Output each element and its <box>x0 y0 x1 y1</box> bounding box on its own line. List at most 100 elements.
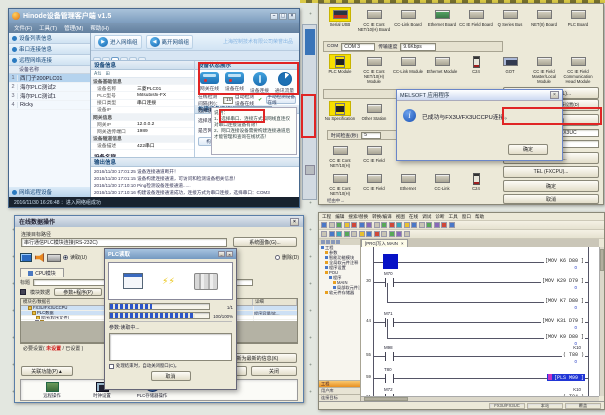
menu-item[interactable]: 帮助 <box>475 214 484 220</box>
menu-item[interactable]: 工具 <box>449 214 458 220</box>
sidebar-section[interactable]: 串口连接信息 <box>9 44 90 55</box>
close-button[interactable]: × <box>288 13 296 20</box>
pc-interface-option[interactable]: Ethernet Board <box>425 8 459 32</box>
menu-item[interactable]: 编辑 <box>335 214 344 220</box>
toolbar-icon[interactable] <box>389 222 395 228</box>
instruction-box[interactable]: [MOV K6 D80 ]0 <box>544 258 585 264</box>
toolbar-icon[interactable] <box>366 222 372 228</box>
sidebar-section[interactable]: 设备列表信息 <box>9 33 90 44</box>
toolbar-icon[interactable] <box>329 231 335 237</box>
toolbar-icon[interactable] <box>329 222 335 228</box>
nav-pane-tab[interactable]: 连接目标 <box>319 394 360 401</box>
instruction-box[interactable]: [MOV K9 D80 ]0 <box>544 334 585 340</box>
close-button[interactable]: × <box>226 251 233 257</box>
plc-interface-option[interactable]: C24 <box>459 55 493 84</box>
plc-interface-option[interactable]: Ethernet Module <box>425 55 459 84</box>
coil-symbol[interactable]: K10( T80 )0 <box>562 352 585 358</box>
enter-network-button[interactable]: ▶进入网络组 <box>94 35 142 49</box>
pc-interface-option[interactable]: CC IE Cont NET/10(H) Board <box>357 8 391 32</box>
scrollbar-thumb[interactable] <box>600 249 604 271</box>
instruction-box[interactable]: [MOV K7 D80 ]0 <box>544 298 585 304</box>
coexistence-route-option[interactable]: CC-Link <box>425 172 459 196</box>
grid-icon[interactable]: ⊞ <box>106 71 110 77</box>
toolbar-icon[interactable] <box>336 222 342 228</box>
ladder-editor-canvas[interactable]: [MOV K6 D80 ]030M70[MOV K29 D79 ]0[MOV K… <box>361 247 599 396</box>
ok-button[interactable]: 确定 <box>503 180 599 192</box>
toolbar-icon[interactable] <box>411 222 417 228</box>
plc-interface-option[interactable]: CC IE Cont NET/10(H) Module <box>357 55 391 84</box>
ladder-rung[interactable]: 61M72K10( T84 )0 <box>361 387 599 396</box>
nav-tree-item[interactable]: 软元件存储器 <box>319 290 360 295</box>
toolbar-icon[interactable] <box>321 231 327 237</box>
cancel-button[interactable]: 取消 <box>503 194 599 204</box>
menu-item[interactable]: 视图 <box>396 214 405 220</box>
pc-interface-option[interactable]: CC IE Field Board <box>459 8 493 32</box>
device-tab[interactable] <box>120 57 128 60</box>
menu-item[interactable]: 工具(T) <box>39 24 57 32</box>
toolbar-icon[interactable] <box>359 231 365 237</box>
operation-radio[interactable]: 删除(D) <box>275 254 299 261</box>
pc-interface-option[interactable]: Serial USB <box>323 8 357 32</box>
menu-item[interactable]: 工程 <box>322 214 331 220</box>
title-bar[interactable]: 在线数据操作 × <box>15 216 303 227</box>
toolbar-icon[interactable] <box>404 231 410 237</box>
system-image-button[interactable]: 系统图像(G)... <box>233 237 297 247</box>
ladder-document-tab[interactable]: [PRG]写入 MAIN× <box>361 239 408 247</box>
close-icon[interactable]: × <box>550 91 559 99</box>
nav-pane-tab[interactable]: 工程 <box>319 380 360 387</box>
device-row[interactable]: 3 海尔PLC测试1 <box>9 92 90 101</box>
menu-item[interactable]: 诊断 <box>435 214 444 220</box>
menu-item[interactable]: 转换/编译 <box>372 214 392 220</box>
toolbar-icon[interactable] <box>426 222 432 228</box>
toolbar-icon[interactable] <box>389 231 395 237</box>
station-option[interactable]: No Specification <box>323 102 357 121</box>
coexistence-route-option[interactable]: Ethernet <box>391 172 425 196</box>
station-option[interactable]: Other Station <box>357 102 391 121</box>
operation-radio[interactable]: 读取(U) <box>63 254 87 261</box>
toolbar-icon[interactable] <box>419 222 425 228</box>
interval-input[interactable]: 10 <box>223 97 233 104</box>
toolbar-icon[interactable] <box>381 222 387 228</box>
check-icon[interactable]: ✔ <box>258 97 262 103</box>
param-program-button[interactable]: 参数+程序(P) <box>54 288 102 296</box>
nav-pane-tab[interactable]: 用户库 <box>319 387 360 394</box>
tel-fxcpu-button[interactable]: TEL (FXCPU)... <box>503 166 599 178</box>
toolbar-icon[interactable] <box>404 222 410 228</box>
menu-item[interactable]: 帮助(H) <box>90 24 109 32</box>
menu-item[interactable]: 搜索/替换 <box>348 214 368 220</box>
menu-item[interactable]: 在线 <box>409 214 418 220</box>
toolbar-icon[interactable] <box>344 231 350 237</box>
baud-rate-value[interactable]: 9.6Kbps <box>400 43 436 51</box>
toolbar-icon[interactable] <box>344 222 350 228</box>
cancel-button[interactable]: 取消 <box>151 371 191 381</box>
sort-icon[interactable]: A⇅ <box>94 71 102 77</box>
toolbar-icon[interactable] <box>321 222 327 228</box>
com-port-value[interactable]: COM 3 <box>341 43 375 51</box>
toolbar-icon[interactable] <box>396 231 402 237</box>
ladder-rung[interactable]: [MOV K6 D80 ]0 <box>361 251 599 269</box>
time-check-value[interactable]: 5 <box>361 132 381 139</box>
minimize-button[interactable]: – <box>218 251 225 257</box>
toolbar-icon[interactable] <box>359 222 365 228</box>
device-tab[interactable] <box>102 57 110 60</box>
title-bar[interactable]: Hinode设备管理客户端 v1.5 – ▢ × <box>9 9 299 23</box>
ladder-rung[interactable]: 55M98K10( T80 )0 <box>361 345 599 363</box>
leave-network-button[interactable]: ◀离开网络组 <box>146 35 194 49</box>
toolbar-icon[interactable] <box>351 222 357 228</box>
toolbar-icon[interactable] <box>441 222 447 228</box>
toolbar-icon[interactable] <box>351 231 357 237</box>
device-row[interactable]: 1 西门子200PLC01 <box>9 74 90 83</box>
device-tab[interactable] <box>129 57 137 60</box>
menu-item[interactable]: 管理(M) <box>64 24 83 32</box>
minimize-button[interactable]: – <box>270 13 278 20</box>
close-button[interactable]: 关闭 <box>251 366 297 376</box>
device-tab[interactable] <box>111 57 119 60</box>
menu-item[interactable]: 文件(F) <box>14 24 32 32</box>
tab-close-icon[interactable]: × <box>401 241 404 246</box>
network-route-option[interactable]: CC IE Field <box>357 144 391 168</box>
device-tab[interactable] <box>138 57 146 60</box>
melsoft-title-bar[interactable]: MELSOFT 应用程序 × <box>397 90 562 101</box>
toolbar-icon[interactable] <box>449 222 455 228</box>
contact-symbol[interactable]: T80 <box>385 374 394 383</box>
instruction-box[interactable]: [MOV K31 D79 ]0 <box>541 318 585 324</box>
